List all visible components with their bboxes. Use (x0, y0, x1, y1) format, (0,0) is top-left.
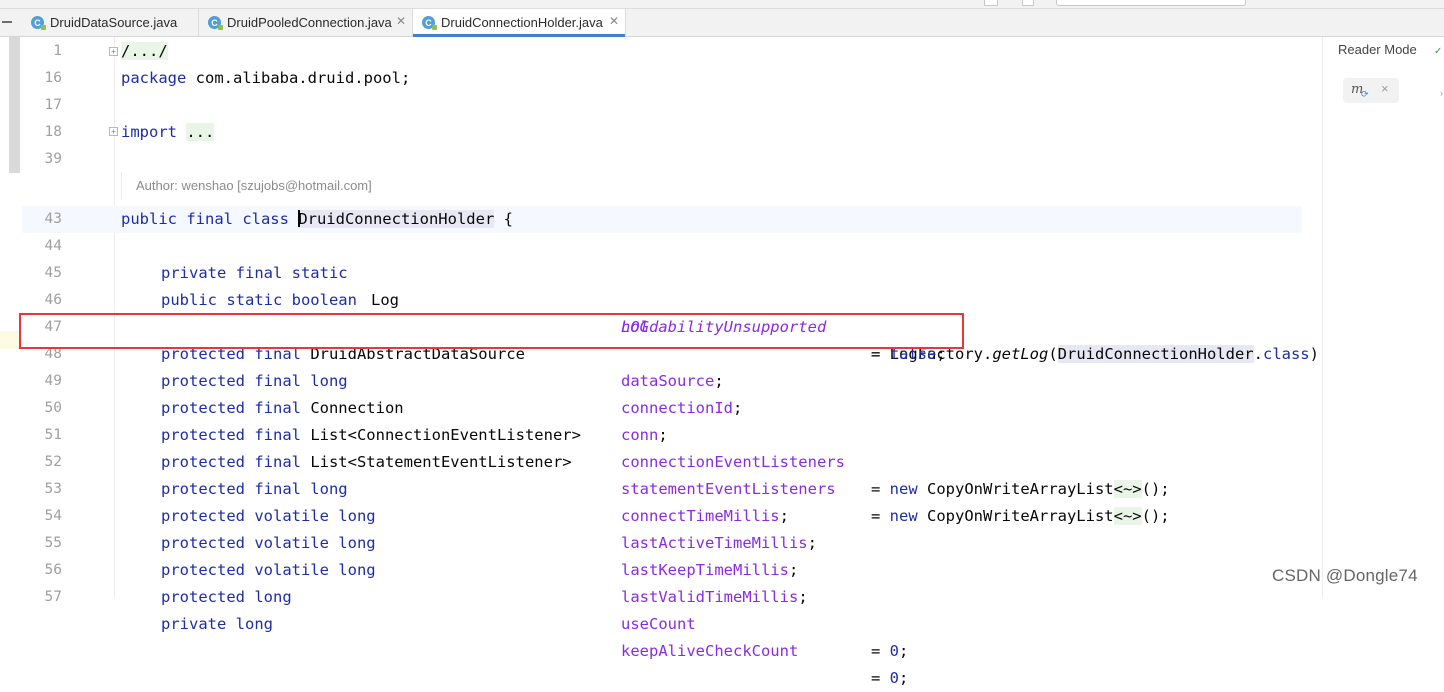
folded-comment[interactable]: /.../ (121, 42, 168, 60)
line-number: 57 (44, 589, 62, 605)
chevron-icon[interactable]: › (1440, 88, 1443, 98)
toolbar-strip (0, 0, 1444, 9)
code-line: public static boolean holdabilityUnsuppo… (121, 260, 1320, 363)
code-text: { (494, 210, 513, 228)
author-inlay-hint[interactable]: Author: wenshao [szujobs@hotmail.com] (121, 172, 372, 200)
line-number: 55 (44, 535, 62, 551)
line-number: 16 (44, 70, 62, 86)
field: useCount (621, 615, 696, 633)
tab-list-menu-icon[interactable] (2, 21, 12, 23)
line-number: 1 (53, 43, 62, 59)
run-config-selector[interactable] (1056, 0, 1246, 6)
code-line: private long keepAliveCheckCount = 0; (121, 584, 1320, 687)
class-name: DruidConnectionHolder (298, 210, 495, 228)
code-text: = 0; (871, 638, 908, 665)
text-caret (298, 210, 301, 227)
sync-icon: ⟳ (1361, 89, 1369, 99)
java-class-icon: C (208, 16, 223, 30)
number-literal: 0 (889, 669, 900, 687)
watermark: CSDN @Dongle74 (1272, 566, 1418, 585)
code-line: /.../ (121, 38, 1320, 65)
code-text: ; (899, 642, 909, 660)
tab-druid-data-source[interactable]: C DruidDataSource.java (22, 9, 198, 36)
code-line: public final class DruidConnectionHolder… (121, 206, 1320, 233)
line-number: 18 (44, 124, 62, 140)
code-line: protected volatile long lastValidTimeMil… (121, 530, 1320, 606)
toolbar-fragment (1022, 0, 1034, 6)
code-line: protected final List<ConnectionEventList… (121, 395, 1320, 498)
tab-label: DruidDataSource.java (50, 15, 178, 30)
fold-toggle-icon[interactable]: + (109, 127, 118, 136)
code-text: = 0; (871, 665, 908, 692)
line-number: 46 (44, 292, 62, 308)
code-text: = (871, 642, 890, 660)
code-line: protected final List<StatementEventListe… (121, 422, 1320, 525)
code-line: import ... (121, 119, 1320, 146)
code-line: package com.alibaba.druid.pool; (121, 65, 1320, 92)
scrollbar-thumb[interactable] (9, 37, 20, 173)
highlight-box (19, 313, 964, 349)
line-number: 49 (44, 373, 62, 389)
code-line: protected long useCount = 0; (121, 557, 1320, 660)
toolbar-fragment (984, 0, 998, 6)
code-line: protected volatile long lastActiveTimeMi… (121, 476, 1320, 552)
reader-mode-button[interactable]: Reader Mode (1338, 42, 1417, 57)
keyword: public static boolean (161, 291, 357, 309)
tab-label: DruidPooledConnection.java (227, 15, 392, 30)
type: Log (371, 291, 399, 309)
folded-imports[interactable]: ... (186, 123, 215, 141)
fold-toggle-icon[interactable]: + (109, 47, 118, 56)
line-number: 53 (44, 481, 62, 497)
keyword: package (121, 69, 187, 87)
keyword: public final class (121, 210, 299, 228)
close-icon[interactable]: × (1381, 81, 1389, 96)
line-number: 54 (44, 508, 62, 524)
code-text: com.alibaba.druid.pool; (186, 69, 411, 87)
close-icon[interactable]: ✕ (609, 14, 619, 28)
line-number: 44 (44, 238, 62, 254)
maven-reload-widget[interactable]: m ⟳ × (1343, 78, 1399, 103)
java-class-icon: C (31, 16, 46, 30)
line-number: 45 (44, 265, 62, 281)
line-number: 17 (44, 97, 62, 113)
editor-right-panel (1323, 37, 1444, 597)
keyword: private long (161, 615, 273, 633)
code-line: protected final Connection conn; (121, 368, 1320, 444)
line-number: 43 (44, 211, 62, 227)
line-number: 52 (44, 454, 62, 470)
close-icon[interactable]: ✕ (396, 14, 406, 28)
line-number: 51 (44, 427, 62, 443)
tab-label: DruidConnectionHolder.java (441, 15, 603, 30)
editor-tab-bar: C DruidDataSource.java C DruidPooledConn… (0, 9, 1444, 37)
code-line: protected final long connectTimeMillis; (121, 449, 1320, 525)
code-text: = (871, 669, 890, 687)
line-number: 56 (44, 562, 62, 578)
code-line: private final static Log LOG = LogFactor… (121, 233, 1328, 363)
line-number: 50 (44, 400, 62, 416)
line-number: 39 (44, 151, 62, 167)
tab-druid-connection-holder[interactable]: C DruidConnectionHolder.java ✕ (412, 9, 626, 37)
code-text: ; (899, 669, 909, 687)
code-line: protected volatile long lastKeepTimeMill… (121, 503, 1320, 579)
inspection-check-icon[interactable]: ✓ (1434, 46, 1442, 57)
java-class-icon: C (422, 16, 437, 30)
tab-druid-pooled-connection[interactable]: C DruidPooledConnection.java ✕ (198, 9, 412, 36)
number-literal: 0 (889, 642, 900, 660)
field: keepAliveCheckCount (621, 642, 799, 660)
keyword: import (121, 123, 177, 141)
